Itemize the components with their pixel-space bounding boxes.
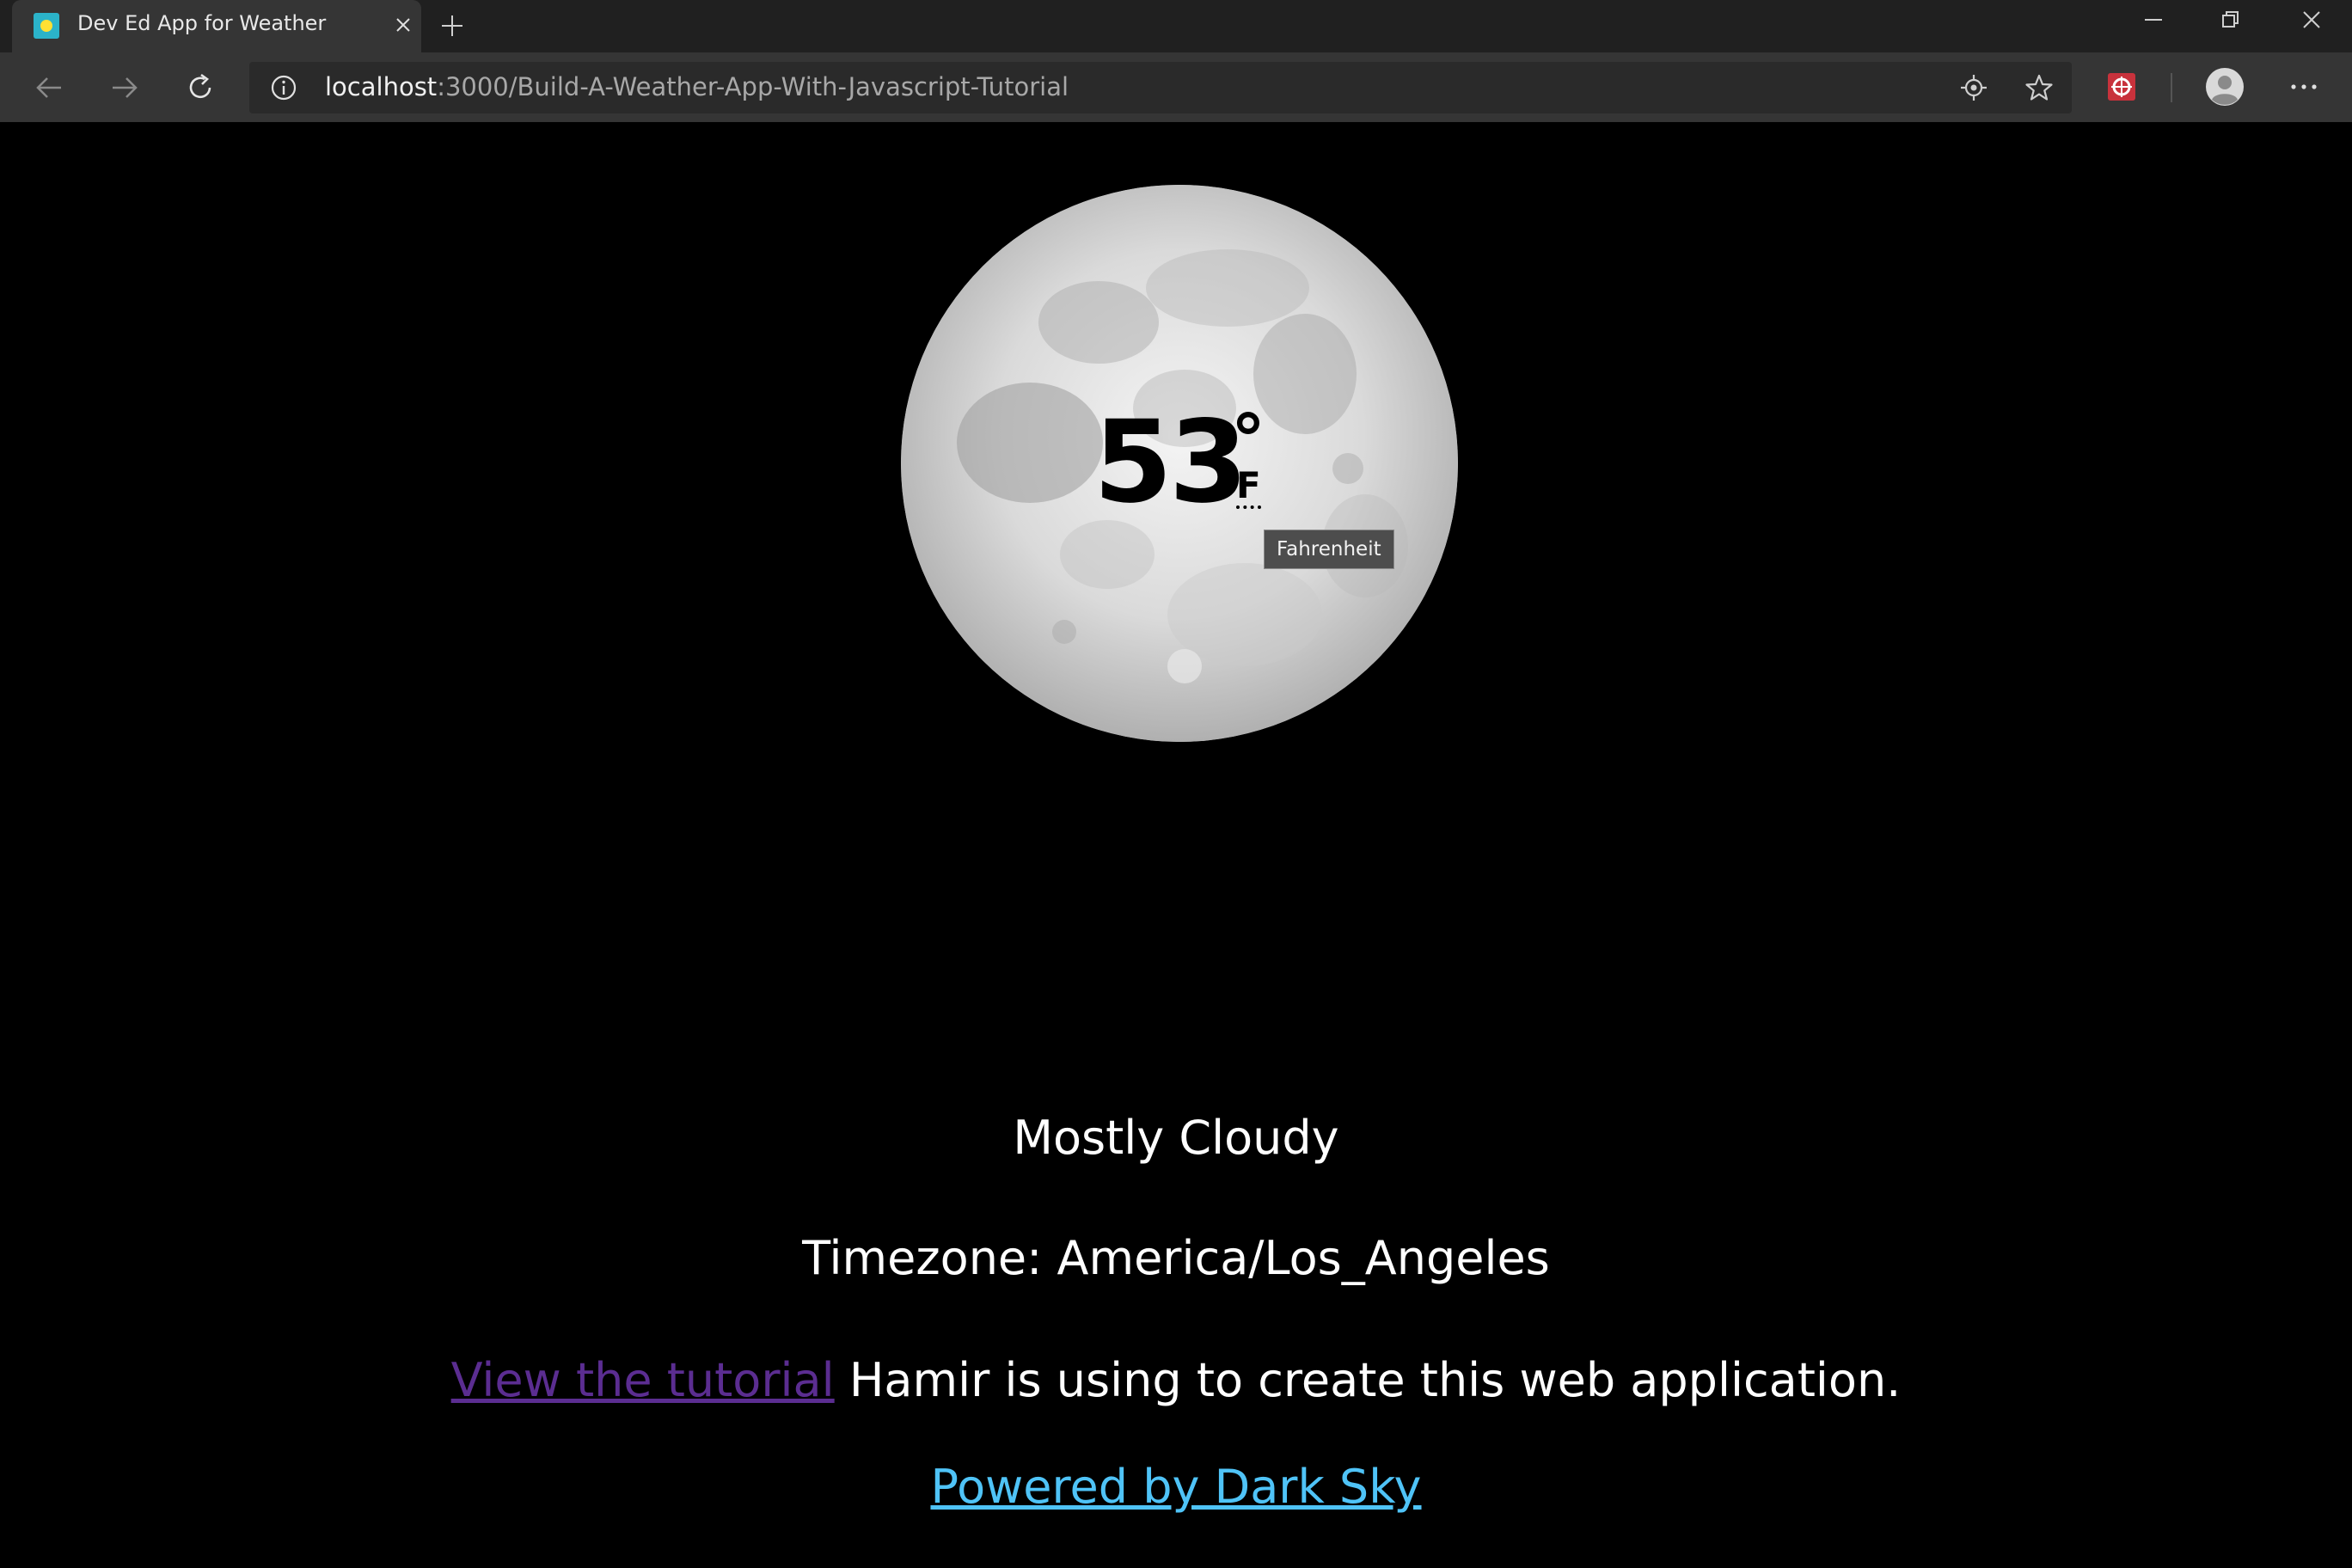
url-text[interactable]: localhost:3000/Build-A-Weather-App-With-… — [325, 72, 1069, 101]
browser-tab[interactable]: Dev Ed App for Weather — [12, 0, 421, 52]
tab-bar: Dev Ed App for Weather — [0, 0, 2352, 52]
unit-tooltip: Fahrenheit — [1264, 530, 1394, 569]
temperature-unit[interactable]: F — [1236, 468, 1261, 509]
toolbar-divider — [2171, 73, 2172, 102]
temperature-value: 53 — [1093, 396, 1248, 529]
timezone-line: Timezone: America/Los_Angeles — [0, 1231, 2352, 1285]
timezone-label: Timezone: — [802, 1231, 1043, 1285]
close-tab-icon[interactable] — [387, 9, 420, 41]
sun-favicon-icon — [34, 13, 59, 39]
powered-by-line: Powered by Dark Sky — [0, 1460, 2352, 1514]
tab-title: Dev Ed App for Weather — [77, 11, 327, 35]
extension-icon[interactable] — [2104, 70, 2139, 104]
new-tab-icon[interactable] — [435, 9, 469, 43]
restore-icon[interactable] — [2192, 0, 2269, 40]
star-icon[interactable] — [2022, 70, 2056, 105]
browser-window: Dev Ed App for Weather localhost:3000/Bu… — [0, 0, 2352, 1568]
refresh-icon[interactable] — [181, 68, 220, 107]
url-path: :3000/Build-A-Weather-App-With-Javascrip… — [437, 72, 1069, 101]
close-window-icon[interactable] — [2273, 0, 2350, 40]
tutorial-line: View the tutorial Hamir is using to crea… — [0, 1353, 2352, 1407]
minimize-icon[interactable] — [2115, 0, 2192, 40]
profile-icon[interactable] — [2204, 66, 2245, 107]
more-icon[interactable] — [2287, 70, 2321, 104]
powered-by-dark-sky-link[interactable]: Powered by Dark Sky — [930, 1460, 1421, 1514]
url-host: localhost — [325, 72, 438, 101]
address-bar[interactable]: localhost:3000/Build-A-Weather-App-With-… — [249, 62, 2072, 113]
timezone-value: America/Los_Angeles — [1057, 1231, 1550, 1285]
back-arrow-icon[interactable] — [29, 68, 69, 107]
weather-summary: Mostly Cloudy — [1013, 1111, 1339, 1165]
info-icon[interactable] — [268, 72, 299, 103]
location-icon[interactable] — [1957, 70, 1991, 105]
browser-toolbar: localhost:3000/Build-A-Weather-App-With-… — [0, 52, 2352, 123]
forward-arrow-icon[interactable] — [105, 68, 144, 107]
view-tutorial-link[interactable]: View the tutorial — [451, 1353, 835, 1407]
page-content: 53 ° F Fahrenheit Mostly Cloudy Timezone… — [0, 122, 2352, 1568]
tutorial-description: Hamir is using to create this web applic… — [848, 1353, 1902, 1407]
